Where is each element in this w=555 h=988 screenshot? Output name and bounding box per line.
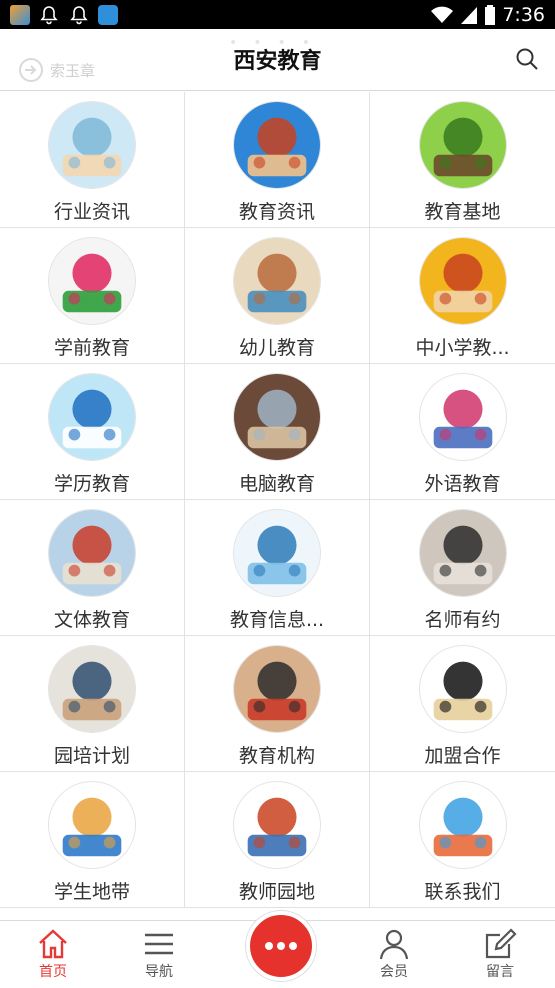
signal-icon	[461, 6, 478, 24]
grid-item-label: 教师园地	[238, 881, 315, 903]
tab-navigation[interactable]: 导航	[119, 927, 199, 981]
grid-item[interactable]: 名师有约	[370, 500, 555, 636]
hand-logo-icon	[48, 237, 136, 325]
child-laptop-icon	[418, 781, 507, 869]
grid-item-label: 中小学教...	[415, 337, 510, 359]
grid-item[interactable]: 教师园地	[185, 772, 370, 908]
grid-item-label: 文体教育	[53, 609, 130, 631]
grid-item-label: 教育基地	[424, 201, 501, 223]
grid-item[interactable]: 中小学教...	[370, 228, 555, 364]
wifi-icon	[431, 6, 454, 23]
training-photo-icon	[48, 645, 136, 733]
grid-item-label: 学历教育	[53, 473, 130, 495]
grid-item[interactable]: 教育机构	[185, 636, 370, 772]
teacher-photo-icon	[233, 101, 321, 189]
menu-icon	[145, 933, 173, 955]
app-icon	[10, 4, 30, 25]
grid-item[interactable]: 外语教育	[370, 364, 555, 500]
grid-item[interactable]: 教育基地	[370, 92, 555, 228]
search-button[interactable]	[515, 47, 539, 75]
grid-item-label: 教育资讯	[238, 201, 315, 223]
grid-item[interactable]: 教育资讯	[185, 92, 370, 228]
grid-item-label: 教育信息...	[229, 609, 325, 631]
more-button[interactable]	[246, 911, 316, 981]
grid-item[interactable]: 幼儿教育	[185, 228, 370, 364]
page-title: 西安教育	[233, 49, 322, 74]
battery-icon	[485, 4, 496, 25]
institution-photo-icon	[233, 645, 321, 733]
grid-item-label: 园培计划	[53, 745, 130, 767]
bell-icon	[40, 5, 58, 24]
grid-item-label: 加盟合作	[424, 745, 501, 767]
tab-home[interactable]: 首页	[13, 927, 93, 981]
child-reading-icon	[233, 237, 321, 325]
grid-item-label: 名师有约	[424, 609, 501, 631]
grid-item-label: 联系我们	[424, 881, 501, 903]
grid-item-label: 幼儿教育	[238, 337, 315, 359]
grid-item-label: 电脑教育	[238, 473, 315, 495]
students-cartoon-icon	[48, 781, 136, 869]
language-banner-icon	[418, 373, 507, 461]
grid-item[interactable]: 联系我们	[370, 772, 555, 908]
grid-item-label: 学生地带	[53, 881, 130, 903]
grid-item[interactable]: 教育信息...	[185, 500, 370, 636]
bell-icon	[70, 5, 88, 24]
teachers-meeting-icon	[418, 509, 507, 597]
search-icon	[516, 48, 538, 70]
tab-member[interactable]: 会员	[354, 927, 434, 981]
grid-item[interactable]: 电脑教育	[185, 364, 370, 500]
grid-item[interactable]: 学前教育	[0, 228, 185, 364]
diploma-banner-icon	[48, 373, 136, 461]
grid-item[interactable]: 行业资讯	[0, 92, 185, 228]
books-stack-icon	[233, 781, 321, 869]
home-icon	[39, 929, 67, 959]
status-bar: 7:36	[0, 0, 555, 29]
grid-item[interactable]: 文体教育	[0, 500, 185, 636]
computer-class-icon	[233, 373, 321, 461]
sports-photo-icon	[48, 509, 136, 597]
edit-icon	[485, 928, 517, 959]
grid-item[interactable]: 学生地带	[0, 772, 185, 908]
user-icon	[379, 929, 409, 960]
grid-item[interactable]: 加盟合作	[370, 636, 555, 772]
tree-cartoon-icon	[418, 101, 507, 189]
app-header: •••• 索玉章 西安教育	[0, 29, 555, 91]
students-photo-icon	[418, 237, 507, 325]
grid-item-label: 学前教育	[53, 337, 130, 359]
globe-network-icon	[233, 509, 321, 597]
more-icon	[265, 942, 297, 950]
graduation-cap-icon	[418, 645, 507, 733]
grid-item[interactable]: 学历教育	[0, 364, 185, 500]
category-grid: 行业资讯 教育资讯 教育基地学前教育 幼儿教育 中小学教... 学历教育 电脑教育 外语教育文…	[0, 92, 555, 908]
bottom-nav: 首页 导航 会员 留言	[0, 911, 555, 988]
tab-message[interactable]: 留言	[460, 927, 540, 981]
grid-item-label: 行业资讯	[53, 201, 130, 223]
family-photo-icon	[48, 101, 136, 189]
grid-item-label: 教育机构	[238, 745, 315, 767]
status-time: 7:36	[502, 3, 545, 26]
app-icon	[98, 4, 118, 25]
grid-item[interactable]: 园培计划	[0, 636, 185, 772]
grid-item-label: 外语教育	[424, 473, 501, 495]
